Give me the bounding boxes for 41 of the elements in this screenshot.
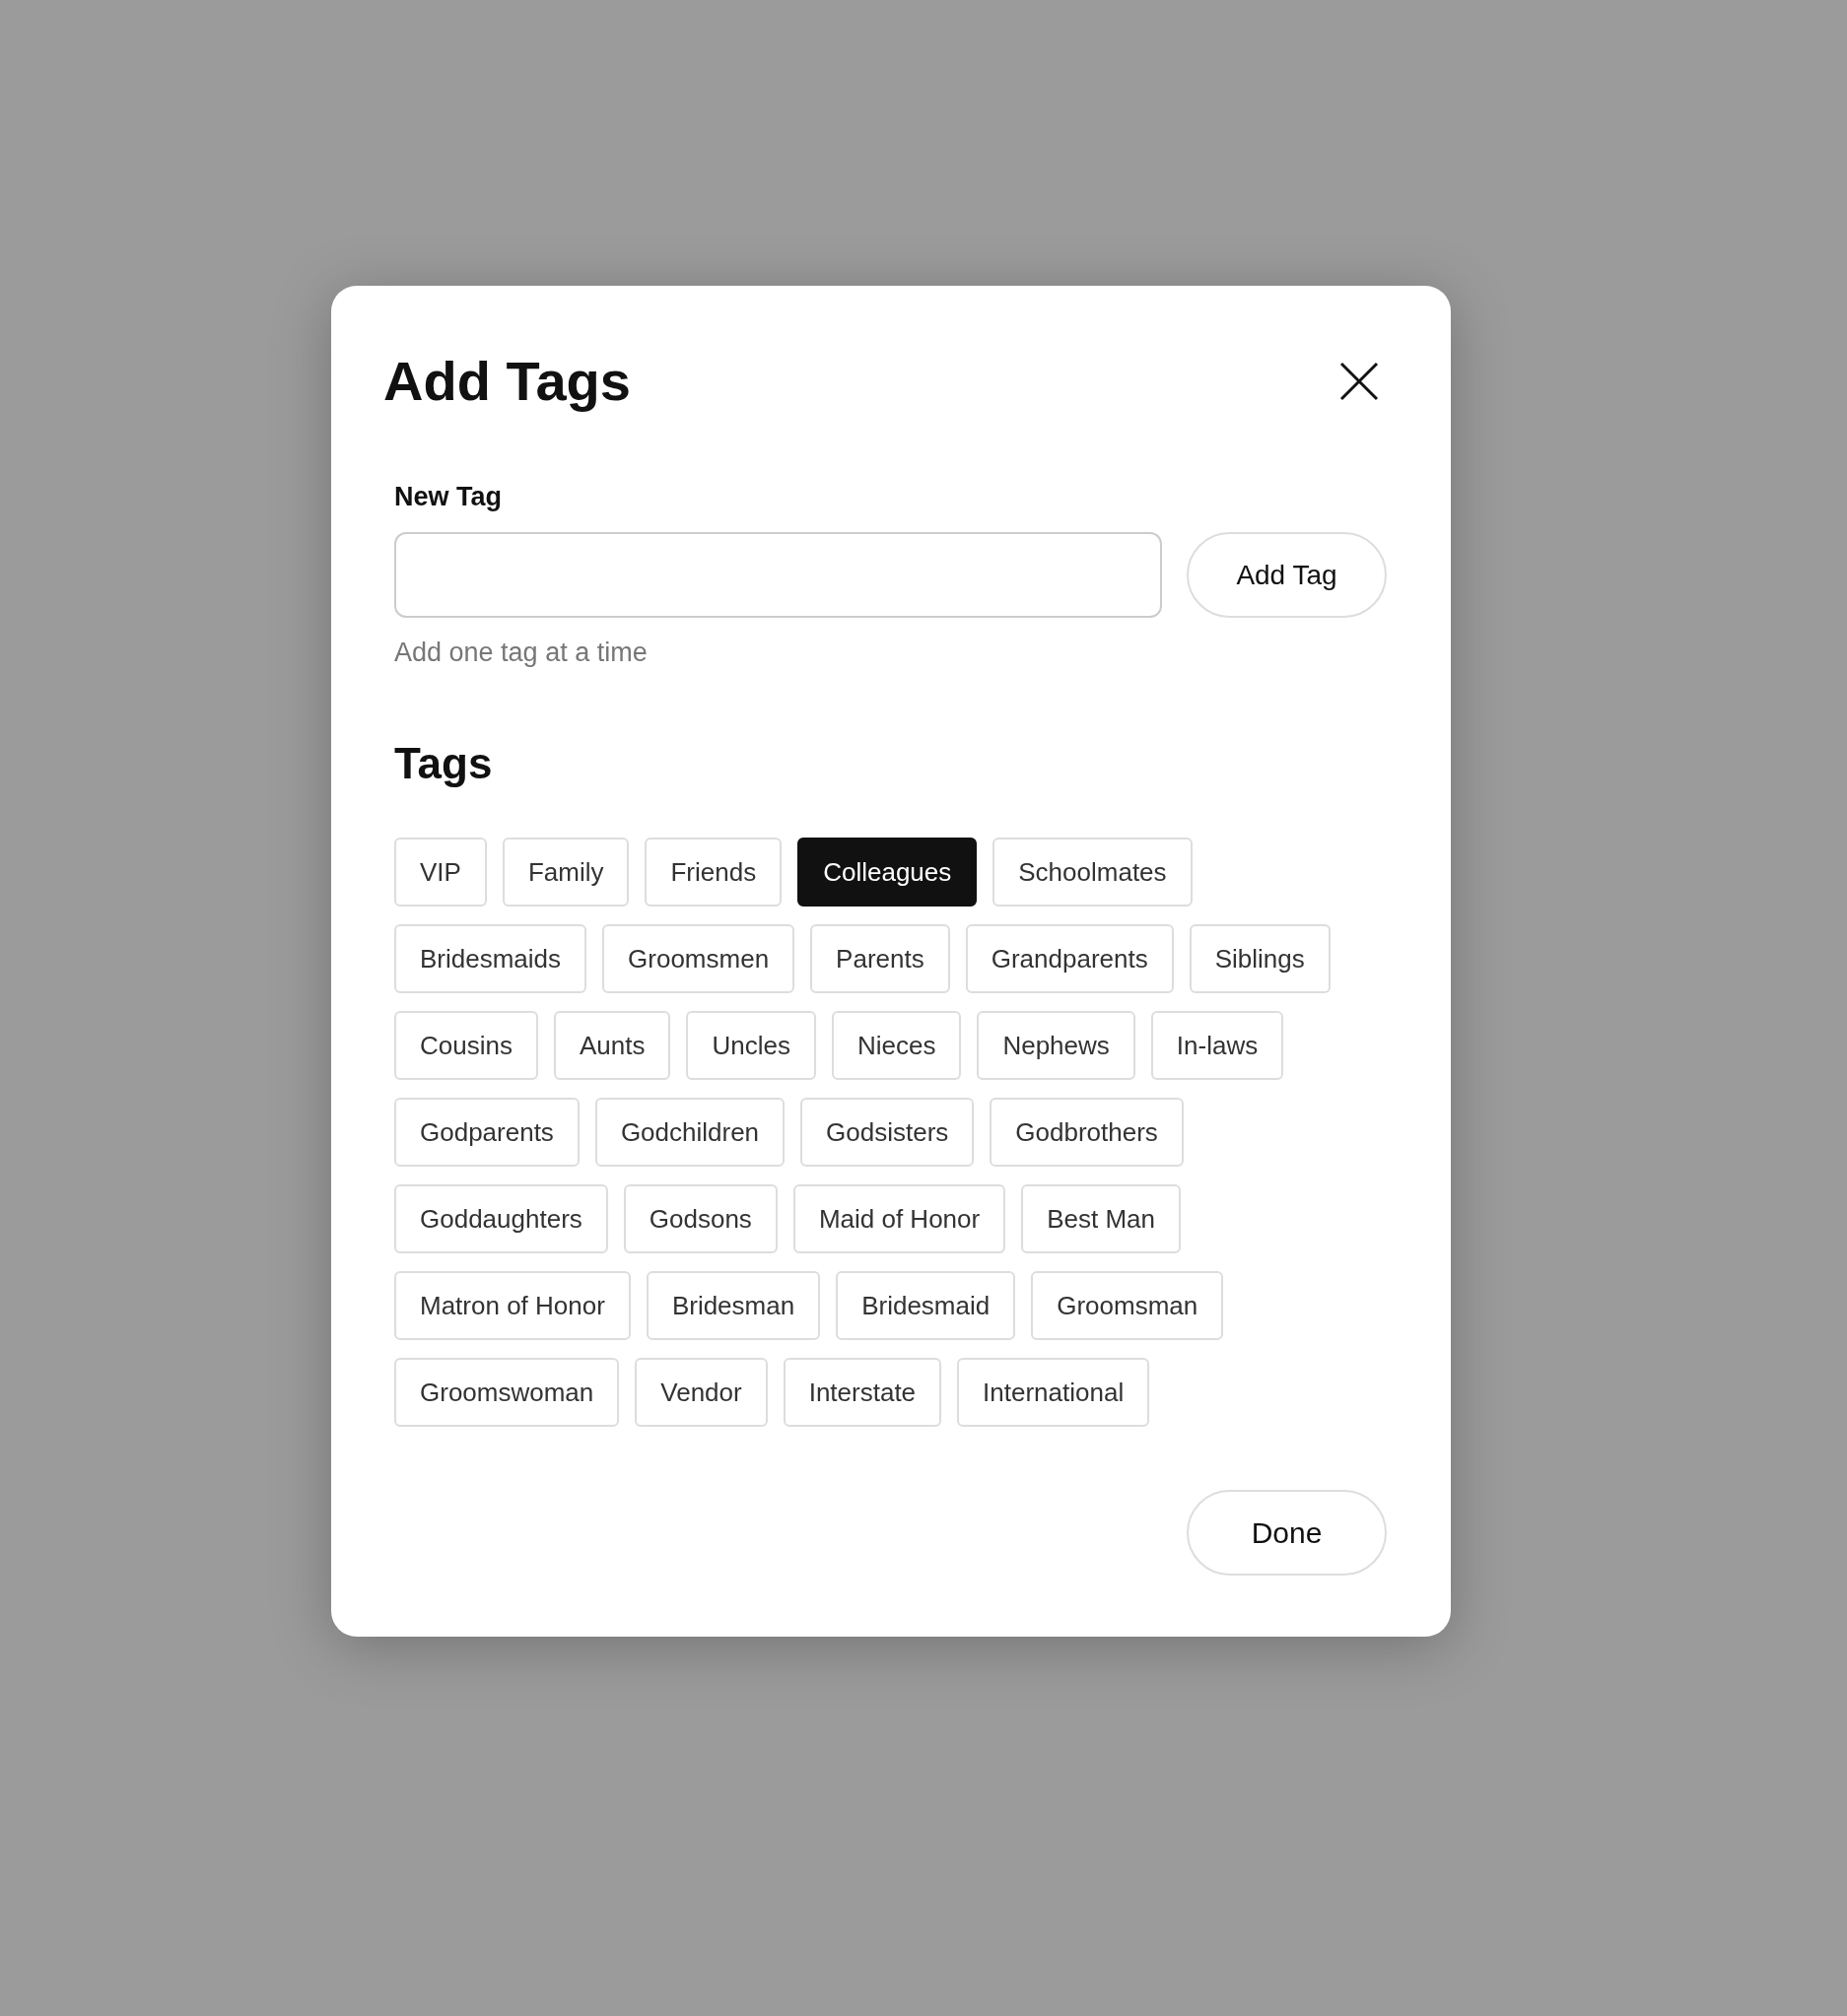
tag-chip[interactable]: Aunts [553, 1011, 671, 1080]
tag-chip[interactable]: Matron of Honor [394, 1271, 631, 1340]
tag-chip[interactable]: In-laws [1150, 1011, 1284, 1080]
tag-chip[interactable]: Parents [810, 924, 950, 993]
tag-chip[interactable]: Godsons [623, 1184, 778, 1253]
tag-chip[interactable]: Grandparents [965, 924, 1174, 993]
tag-chip[interactable]: Nieces [831, 1011, 962, 1080]
tag-chip[interactable]: Uncles [686, 1011, 816, 1080]
tag-chip[interactable]: Goddaughters [394, 1184, 608, 1253]
tag-chip[interactable]: Maid of Honor [792, 1184, 1006, 1253]
tag-chip[interactable]: Bridesmaid [836, 1271, 1016, 1340]
dialog-title: Add Tags [383, 349, 631, 413]
section-heading: Tags [394, 739, 494, 788]
tag-chip[interactable]: Godparents [394, 1098, 580, 1167]
tag-chip[interactable]: Siblings [1189, 924, 1331, 993]
close-button[interactable] [1339, 361, 1379, 401]
tag-chip[interactable]: Godsisters [800, 1098, 975, 1167]
tag-chip[interactable]: Groomswoman [394, 1358, 620, 1427]
tag-chip[interactable]: Colleagues [797, 838, 978, 907]
tag-chip[interactable]: Bridesman [646, 1271, 821, 1340]
hint-text: Add one tag at a time [394, 638, 649, 668]
close-icon [1339, 361, 1379, 401]
add-tag-button[interactable]: Add Tag [1187, 532, 1387, 618]
tag-chip[interactable]: Groomsman [1031, 1271, 1224, 1340]
tag-chip[interactable]: Godbrothers [990, 1098, 1184, 1167]
done-button[interactable]: Done [1187, 1490, 1387, 1576]
tag-chip[interactable]: Friends [645, 838, 783, 907]
field-label: New Tag [394, 482, 503, 512]
tag-chip[interactable]: Bridesmaids [394, 924, 587, 993]
tag-chip[interactable]: VIP [394, 838, 487, 907]
tag-chip[interactable]: Schoolmates [992, 838, 1193, 907]
tag-chip[interactable]: Groomsmen [602, 924, 795, 993]
tag-chip[interactable]: International [957, 1358, 1150, 1427]
tag-chip[interactable]: Best Man [1021, 1184, 1181, 1253]
tag-chip[interactable]: Godchildren [594, 1098, 786, 1167]
tag-chip[interactable]: Interstate [783, 1358, 942, 1427]
tag-chip[interactable]: Nephews [977, 1011, 1135, 1080]
tag-chip[interactable]: Family [502, 838, 630, 907]
input-field[interactable] [394, 532, 1162, 618]
tag-chip[interactable]: Vendor [635, 1358, 768, 1427]
tag-chip[interactable]: Cousins [394, 1011, 538, 1080]
